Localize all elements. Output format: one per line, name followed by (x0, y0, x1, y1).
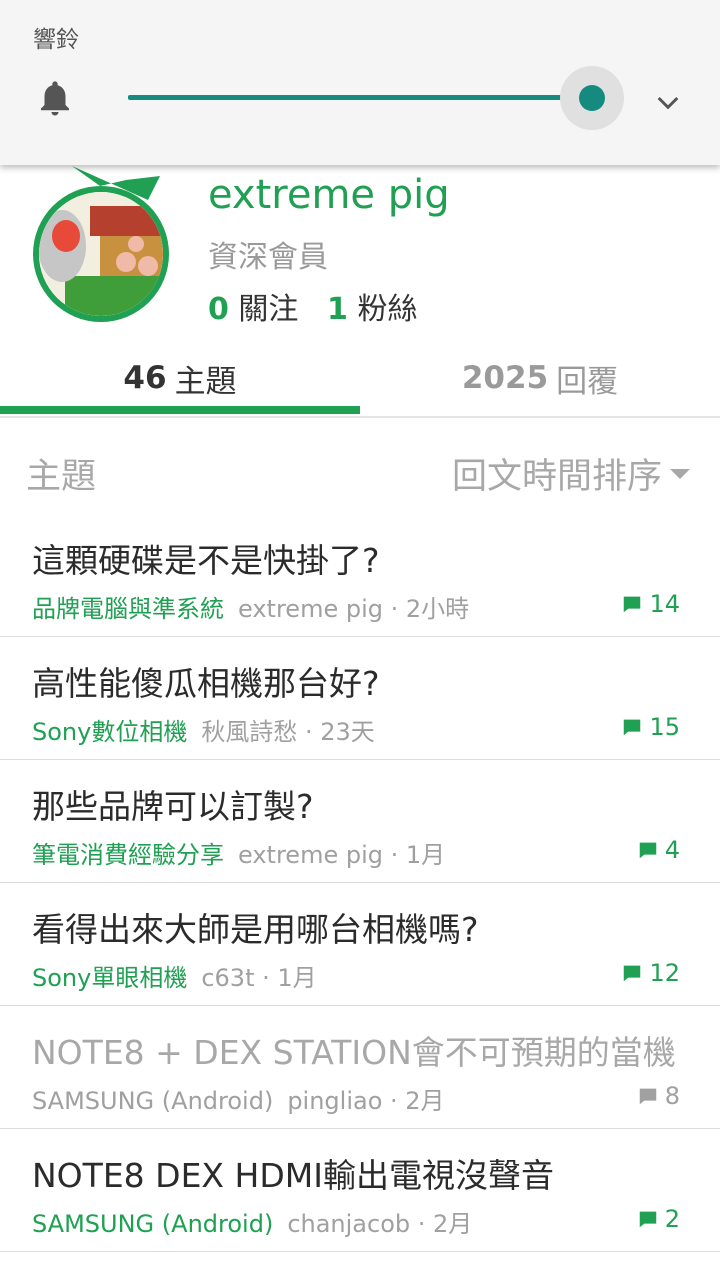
topic-forum[interactable]: Sony數位相機 (32, 718, 187, 746)
profile-follow-stats: 0 關注 1 粉絲 (208, 284, 417, 328)
tab-topics-count: 46 (123, 360, 167, 396)
topic-list: 這顆硬碟是不是快掛了? 品牌電腦與準系統 extreme pig · 2小時 14… (0, 514, 720, 1252)
topic-title: 這顆硬碟是不是快掛了? (32, 541, 380, 580)
topic-meta: 品牌電腦與準系統 extreme pig · 2小時 (32, 589, 469, 624)
topic-title: 那些品牌可以訂製? (32, 787, 314, 826)
list-header-label: 主題 (26, 457, 97, 497)
reply-count: 14 (621, 590, 680, 618)
topic-author: extreme pig · 1月 (238, 841, 446, 869)
chevron-down-icon[interactable] (652, 86, 684, 118)
topic-title: 看得出來大師是用哪台相機嗎? (32, 910, 479, 949)
topic-forum[interactable]: Sony單眼相機 (32, 964, 187, 992)
topic-author: chanjacob · 2月 (287, 1210, 473, 1238)
following-label[interactable]: 關注 (238, 292, 298, 327)
avatar[interactable] (30, 166, 172, 324)
reply-count-value: 2 (664, 1205, 680, 1233)
topic-forum[interactable]: SAMSUNG (Android) (32, 1087, 273, 1115)
topic-author: extreme pig · 2小時 (238, 595, 470, 623)
topic-meta: SAMSUNG (Android) chanjacob · 2月 (32, 1204, 472, 1239)
topic-title: NOTE8 DEX HDMI輸出電視沒聲音 (32, 1156, 554, 1195)
tab-topics-label: 主題 (174, 363, 237, 400)
tab-replies-label: 回覆 (556, 363, 619, 400)
comment-icon (624, 719, 641, 736)
tab-replies[interactable]: 2025 回覆 (360, 340, 720, 416)
reply-count-value: 12 (649, 959, 680, 987)
reply-count: 4 (637, 836, 680, 864)
topic-meta: Sony單眼相機 c63t · 1月 (32, 958, 317, 993)
tab-replies-count: 2025 (461, 360, 549, 396)
topic-author: c63t · 1月 (201, 964, 317, 992)
topic-forum[interactable]: 筆電消費經驗分享 (32, 841, 224, 869)
topic-row[interactable]: NOTE8 + DEX STATION會不可預期的當機 SAMSUNG (And… (0, 1006, 720, 1129)
topic-forum[interactable]: SAMSUNG (Android) (32, 1210, 273, 1238)
topic-row[interactable]: 那些品牌可以訂製? 筆電消費經驗分享 extreme pig · 1月 4 (0, 760, 720, 883)
reply-count-value: 15 (649, 713, 680, 741)
topic-meta: Sony數位相機 秋風詩愁 · 23天 (32, 712, 375, 747)
volume-slider-thumb[interactable] (579, 85, 605, 111)
reply-count: 12 (621, 959, 680, 987)
sort-dropdown[interactable]: 回文時間排序 (452, 448, 690, 499)
reply-count: 2 (637, 1205, 680, 1233)
topic-row[interactable]: 這顆硬碟是不是快掛了? 品牌電腦與準系統 extreme pig · 2小時 14 (0, 514, 720, 637)
reply-count-value: 4 (664, 836, 680, 864)
caret-down-icon (670, 468, 690, 479)
topic-meta: 筆電消費經驗分享 extreme pig · 1月 (32, 835, 445, 870)
reply-count-value: 14 (649, 590, 680, 618)
sort-label: 回文時間排序 (451, 457, 662, 497)
reply-count: 8 (637, 1082, 680, 1110)
reply-count-value: 8 (664, 1082, 680, 1110)
comment-icon (624, 965, 641, 982)
volume-slider-track[interactable] (128, 95, 594, 100)
topic-author: pingliao · 2月 (287, 1087, 445, 1115)
profile-rank: 資深會員 (208, 240, 328, 275)
tab-active-indicator (0, 406, 360, 414)
comment-icon (624, 596, 641, 613)
profile-name: extreme pig (208, 172, 450, 218)
bell-icon[interactable] (34, 76, 76, 120)
followers-label[interactable]: 粉絲 (357, 292, 417, 327)
followers-count[interactable]: 1 (327, 292, 348, 327)
topic-row[interactable]: NOTE8 DEX HDMI輸出電視沒聲音 SAMSUNG (Android) c… (0, 1129, 720, 1252)
topic-meta: SAMSUNG (Android) pingliao · 2月 (32, 1081, 445, 1116)
topic-row[interactable]: 高性能傻瓜相機那台好? Sony數位相機 秋風詩愁 · 23天 15 (0, 637, 720, 760)
topic-title: 高性能傻瓜相機那台好? (32, 664, 380, 703)
comment-icon (639, 1088, 656, 1105)
topic-forum[interactable]: 品牌電腦與準系統 (32, 595, 224, 623)
following-count[interactable]: 0 (208, 292, 229, 327)
list-header: 主題 回文時間排序 (0, 420, 720, 516)
volume-panel: 響鈴 (0, 0, 720, 165)
tab-topics[interactable]: 46 主題 (0, 340, 360, 416)
reply-count: 15 (621, 713, 680, 741)
comment-icon (639, 842, 656, 859)
volume-title: 響鈴 (33, 27, 79, 53)
topic-author: 秋風詩愁 · 23天 (201, 718, 375, 746)
topic-title: NOTE8 + DEX STATION會不可預期的當機 (32, 1033, 676, 1072)
comment-icon (639, 1211, 656, 1228)
topic-row[interactable]: 看得出來大師是用哪台相機嗎? Sony單眼相機 c63t · 1月 12 (0, 883, 720, 1006)
